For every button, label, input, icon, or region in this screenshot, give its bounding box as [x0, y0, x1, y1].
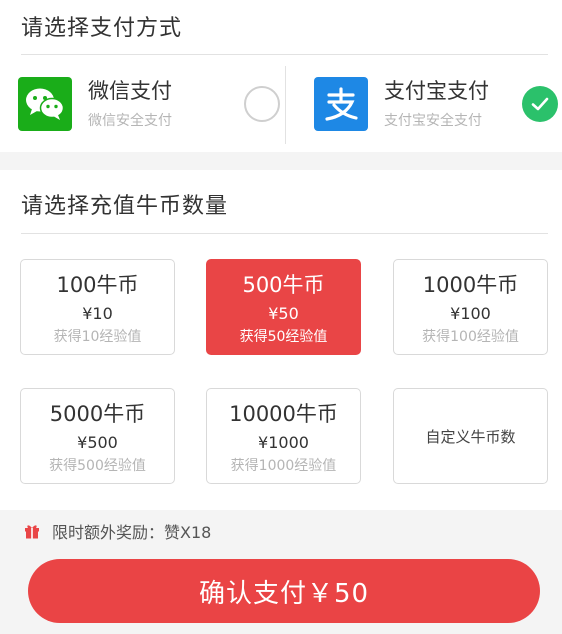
gift-icon	[25, 525, 39, 539]
payment-method-title: 请选择支付方式	[21, 16, 183, 41]
wechat-radio-button[interactable]	[244, 86, 280, 122]
alipay-option[interactable]: 支付宝支付 支付宝安全支付	[314, 64, 558, 144]
bonus-text: 限时额外奖励：赞X18	[52, 523, 212, 542]
divider	[21, 54, 548, 55]
coin-amount-title: 请选择充值牛币数量	[21, 194, 229, 219]
alipay-icon	[314, 77, 368, 131]
wechat-icon	[18, 77, 72, 131]
alipay-radio-button[interactable]	[522, 86, 558, 122]
payment-method-section: 请选择支付方式 微信支付 微信安全支付 支付宝支付 支付宝安全支付	[0, 0, 562, 152]
custom-coin-label: 自定义牛币数	[425, 427, 516, 446]
coin-price: ¥100	[450, 304, 491, 323]
coin-exp: 获得500经验值	[49, 458, 146, 474]
alipay-subtitle: 支付宝安全支付	[384, 113, 482, 129]
coin-option-5000[interactable]: 5000牛币 ¥500 获得500经验值	[20, 388, 175, 484]
coin-exp: 获得100经验值	[422, 329, 519, 345]
coin-exp: 获得10经验值	[53, 329, 142, 345]
coin-amount: 5000牛币	[49, 402, 146, 426]
vertical-divider	[285, 66, 286, 144]
coin-option-10000[interactable]: 10000牛币 ¥1000 获得1000经验值	[206, 388, 361, 484]
coin-exp: 获得50经验值	[239, 329, 328, 345]
coin-amount: 1000牛币	[422, 273, 519, 297]
coin-amount: 100牛币	[56, 273, 139, 297]
alipay-name: 支付宝支付	[384, 79, 489, 103]
wechat-pay-option[interactable]: 微信支付 微信安全支付	[18, 64, 280, 144]
coin-price: ¥500	[77, 433, 118, 452]
checkmark-icon	[531, 97, 549, 111]
confirm-payment-button[interactable]: 确认支付￥50	[28, 559, 540, 623]
coin-price: ¥10	[82, 304, 113, 323]
coin-option-100[interactable]: 100牛币 ¥10 获得10经验值	[20, 259, 175, 355]
coin-price: ¥50	[268, 304, 299, 323]
coin-price: ¥1000	[258, 433, 309, 452]
wechat-pay-name: 微信支付	[88, 79, 172, 103]
bonus-banner: 限时额外奖励：赞X18	[0, 510, 562, 552]
coin-option-1000[interactable]: 1000牛币 ¥100 获得100经验值	[393, 259, 548, 355]
divider	[21, 233, 548, 234]
coin-amount: 500牛币	[242, 273, 325, 297]
wechat-pay-subtitle: 微信安全支付	[88, 113, 172, 129]
coin-amount-section: 请选择充值牛币数量 100牛币 ¥10 获得10经验值 500牛币 ¥50 获得…	[0, 170, 562, 510]
coin-option-500[interactable]: 500牛币 ¥50 获得50经验值	[206, 259, 361, 355]
coin-exp: 获得1000经验值	[230, 458, 337, 474]
coin-amount: 10000牛币	[229, 402, 338, 426]
custom-coin-option[interactable]: 自定义牛币数	[393, 388, 548, 484]
